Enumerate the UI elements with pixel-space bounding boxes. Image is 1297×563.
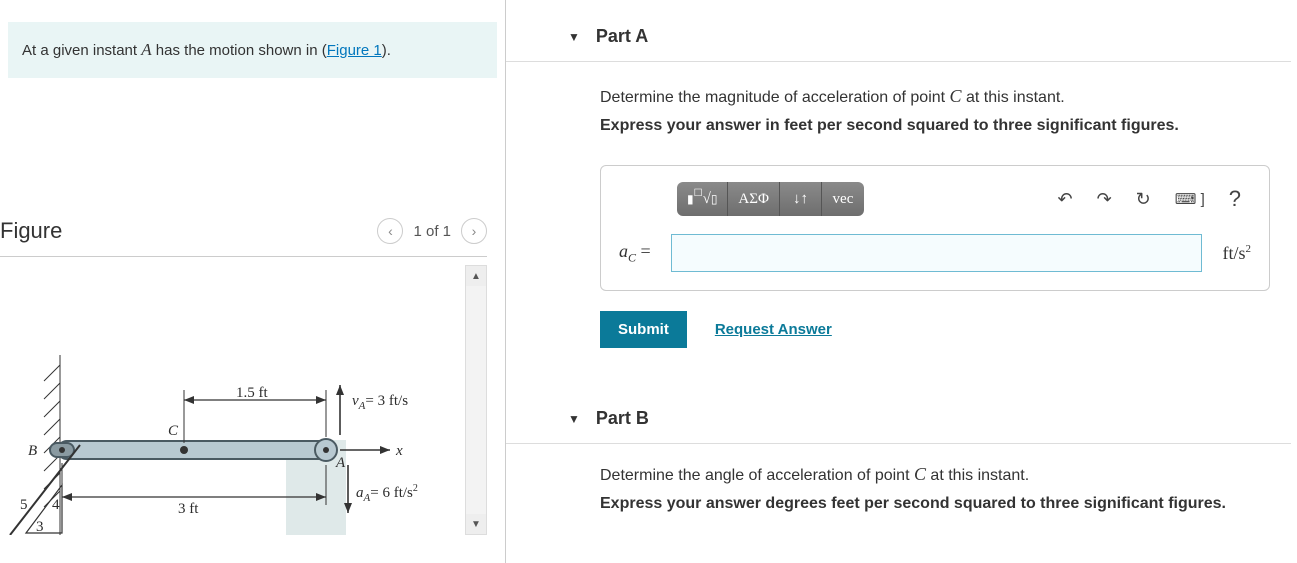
prompt-b-post: at this instant. [926, 467, 1029, 484]
tri-hyp-5: 5 [20, 497, 28, 513]
help-button[interactable]: ? [1229, 186, 1241, 212]
figure-link[interactable]: Figure 1 [327, 42, 382, 59]
submit-row: Submit Request Answer [600, 311, 1291, 348]
part-a-body: Determine the magnitude of acceleration … [506, 62, 1297, 372]
intro-text-pre: At a given instant [22, 42, 141, 59]
right-pane: ▼ Part A Determine the magnitude of acce… [505, 0, 1297, 563]
subsup-button[interactable]: ↓↑ [780, 182, 822, 216]
figure-header: Figure ‹ 1 of 1 › [0, 218, 487, 250]
part-b-body: Determine the angle of acceleration of p… [506, 444, 1297, 537]
part-a-header[interactable]: ▼ Part A [506, 0, 1291, 62]
part-b-prompt: Determine the angle of acceleration of p… [600, 464, 1291, 485]
answer-unit: ft/s2 [1222, 243, 1251, 264]
figure-divider [0, 256, 487, 257]
prompt-b-pre: Determine the angle of acceleration of p… [600, 467, 914, 484]
figure-view: 1.5 ft 3 ft B C A x vA= 3 ft/s [0, 265, 487, 535]
part-b-header[interactable]: ▼ Part B [506, 382, 1291, 444]
reset-button[interactable]: ↻ [1136, 189, 1151, 210]
part-a-instruction: Express your answer in feet per second s… [600, 117, 1291, 135]
prompt-post: at this instant. [962, 89, 1065, 106]
dim-1-5ft: 1.5 ft [236, 385, 268, 401]
label-A: A [335, 455, 346, 471]
figure-title: Figure [0, 218, 62, 244]
answer-box: ▮☐√▯ ΑΣΦ ↓↑ vec ↶ ↷ ↻ ⌨ ] ? aC = ft/s2 [600, 165, 1270, 291]
figure-pager-label: 1 of 1 [413, 223, 451, 240]
caret-down-icon: ▼ [568, 30, 580, 44]
intro-text-post: ). [382, 42, 391, 59]
request-answer-link[interactable]: Request Answer [715, 321, 832, 338]
part-b-title: Part B [596, 408, 649, 429]
prompt-b-var: C [914, 464, 926, 484]
label-B: B [28, 443, 37, 459]
part-b-instruction: Express your answer degrees feet per sec… [600, 495, 1291, 513]
submit-button[interactable]: Submit [600, 311, 687, 348]
figure-pager: ‹ 1 of 1 › [377, 218, 487, 244]
dim-3ft: 3 ft [178, 501, 199, 517]
prompt-var-C: C [950, 86, 962, 106]
tri-base-3: 3 [36, 519, 44, 535]
greek-button[interactable]: ΑΣΦ [728, 182, 780, 216]
label-x: x [395, 443, 403, 459]
tri-vert-4: 4 [52, 497, 60, 513]
undo-button[interactable]: ↶ [1057, 189, 1072, 210]
caret-down-icon: ▼ [568, 412, 580, 426]
prompt-pre: Determine the magnitude of acceleration … [600, 89, 950, 106]
scroll-up-icon[interactable]: ▲ [466, 266, 486, 286]
equation-toolbar: ▮☐√▯ ΑΣΦ ↓↑ vec ↶ ↷ ↻ ⌨ ] ? [619, 182, 1251, 234]
scroll-down-icon[interactable]: ▼ [466, 514, 486, 534]
answer-lhs: aC = [619, 241, 651, 266]
vec-button[interactable]: vec [822, 182, 864, 216]
keyboard-button[interactable]: ⌨ ] [1175, 190, 1205, 208]
figure-scrollbar[interactable]: ▲ ▼ [465, 265, 487, 535]
answer-input[interactable] [671, 234, 1203, 272]
figure-diagram: 1.5 ft 3 ft B C A x vA= 3 ft/s [0, 265, 460, 535]
tool-group-right: ↶ ↷ ↻ ⌨ ] ? [1057, 186, 1241, 212]
answer-input-row: aC = ft/s2 [619, 234, 1251, 272]
tool-group-left: ▮☐√▯ ΑΣΦ ↓↑ vec [677, 182, 864, 216]
intro-var-A: A [141, 40, 151, 59]
figure-prev-button[interactable]: ‹ [377, 218, 403, 244]
redo-button[interactable]: ↷ [1097, 189, 1112, 210]
part-a-prompt: Determine the magnitude of acceleration … [600, 86, 1291, 107]
label-vA: vA= 3 ft/s [352, 393, 408, 412]
part-a-title: Part A [596, 26, 648, 47]
problem-intro: At a given instant A has the motion show… [8, 22, 497, 78]
intro-text-mid: has the motion shown in ( [152, 42, 327, 59]
templates-button[interactable]: ▮☐√▯ [677, 182, 728, 216]
label-C: C [168, 423, 179, 439]
figure-next-button[interactable]: › [461, 218, 487, 244]
label-aA: aA= 6 ft/s2 [356, 483, 418, 504]
left-pane: At a given instant A has the motion show… [0, 0, 505, 563]
